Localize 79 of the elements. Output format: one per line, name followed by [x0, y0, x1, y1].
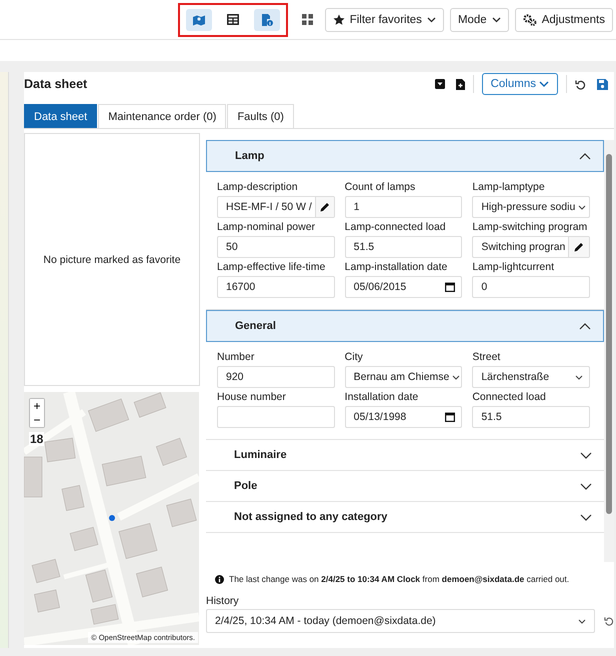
- field-label: Lamp-nominal power: [217, 221, 316, 233]
- table-icon: [226, 14, 239, 25]
- field-label: House number: [217, 391, 287, 403]
- reset-icon[interactable]: [604, 616, 614, 626]
- field-label: Street: [472, 351, 502, 363]
- dropdown-square-icon[interactable]: [434, 79, 445, 89]
- undo-icon[interactable]: [575, 78, 586, 90]
- tab[interactable]: Faults (0): [227, 104, 294, 128]
- last-change-note: The last change was on 2/4/25 to 10:34 AM Clock from demoen@sixdata.de carried out.: [229, 574, 570, 584]
- calendar-icon[interactable]: [445, 282, 456, 292]
- field-label: Lamp-description: [217, 181, 299, 193]
- input-field[interactable]: 51.5: [472, 406, 590, 428]
- input-field[interactable]: 16700: [217, 276, 335, 298]
- edit-field[interactable]: Switching progran: [472, 236, 590, 258]
- input-field[interactable]: 0: [472, 276, 590, 298]
- no-picture-message: No picture marked as favorite: [43, 254, 181, 266]
- tab[interactable]: Data sheet: [24, 104, 98, 128]
- chevron-down-icon: [580, 452, 592, 458]
- select-field[interactable]: Lärchenstraße: [472, 366, 590, 388]
- date-field[interactable]: 05/06/2015: [344, 276, 462, 298]
- chevron-down-icon: [426, 16, 436, 22]
- columns-button[interactable]: Columns: [482, 73, 558, 95]
- gears-icon: [522, 14, 537, 26]
- chevron-down-icon: [492, 16, 501, 22]
- select-field[interactable]: Bernau am Chiemse: [344, 366, 462, 388]
- star-icon: [332, 14, 345, 26]
- field-label: Lamp-effective life-time: [217, 261, 326, 273]
- field-label: Lamp-lightcurrent: [472, 261, 556, 273]
- map-icon: [192, 14, 205, 26]
- panel-title: Data sheet: [24, 77, 88, 91]
- mode-dropdown[interactable]: Mode: [450, 8, 509, 32]
- section-header[interactable]: Pole: [206, 471, 604, 501]
- chevron-down-icon: [578, 204, 586, 210]
- map-view-button[interactable]: [186, 8, 212, 30]
- tab[interactable]: Maintenance order (0): [98, 104, 226, 128]
- field-label: Lamp-connected load: [344, 221, 447, 233]
- grid-icon[interactable]: [302, 14, 313, 25]
- select-field[interactable]: High-pressure sodiu: [472, 196, 590, 218]
- filter-favorites-button[interactable]: Filter favorites: [324, 8, 444, 32]
- field-label: Number: [217, 351, 256, 363]
- field-label: Connected load: [472, 391, 547, 403]
- zoom-level: 18: [29, 432, 44, 446]
- date-field[interactable]: 05/13/1998: [344, 406, 462, 428]
- chevron-down-icon: [452, 374, 460, 380]
- chevron-up-icon: [579, 152, 591, 160]
- scrollbar[interactable]: [604, 140, 614, 562]
- section-header[interactable]: Not assigned to any category: [206, 502, 604, 532]
- section-header[interactable]: Lamp: [206, 140, 604, 172]
- document-info-icon: [260, 14, 273, 26]
- history-select[interactable]: 2/4/25, 10:34 AM - today (demoen@sixdata.de): [206, 609, 595, 633]
- chevron-down-icon: [539, 80, 549, 88]
- save-icon[interactable]: [597, 78, 608, 90]
- input-field[interactable]: [217, 406, 335, 428]
- add-file-icon[interactable]: [456, 78, 465, 90]
- field-label: Lamp-installation date: [344, 261, 448, 273]
- input-field[interactable]: 920: [217, 366, 335, 388]
- chevron-down-icon: [574, 374, 583, 380]
- input-field[interactable]: 51.5: [344, 236, 462, 258]
- field-label: Count of lamps: [344, 181, 416, 193]
- info-icon: [215, 574, 224, 584]
- field-label: Lamp-lamptype: [472, 181, 546, 193]
- section-header[interactable]: General: [206, 310, 604, 342]
- pencil-icon[interactable]: [574, 242, 584, 252]
- field-label: Installation date: [344, 391, 420, 403]
- input-field[interactable]: 50: [217, 236, 335, 258]
- detail-view-button[interactable]: [254, 8, 280, 30]
- chevron-down-icon: [580, 482, 592, 490]
- calendar-icon[interactable]: [445, 412, 456, 422]
- field-label: Lamp-switching program: [472, 221, 588, 233]
- input-field[interactable]: 1: [344, 196, 462, 218]
- edit-field[interactable]: HSE-MF-I / 50 W /: [217, 196, 335, 218]
- field-label: City: [344, 351, 364, 363]
- adjustments-button[interactable]: Adjustments: [514, 8, 613, 32]
- history-label: History: [206, 595, 240, 607]
- chevron-up-icon: [579, 322, 591, 330]
- pencil-icon[interactable]: [320, 202, 330, 212]
- section-header[interactable]: Luminaire: [206, 440, 604, 470]
- chevron-down-icon: [580, 514, 592, 520]
- chevron-down-icon: [578, 618, 586, 624]
